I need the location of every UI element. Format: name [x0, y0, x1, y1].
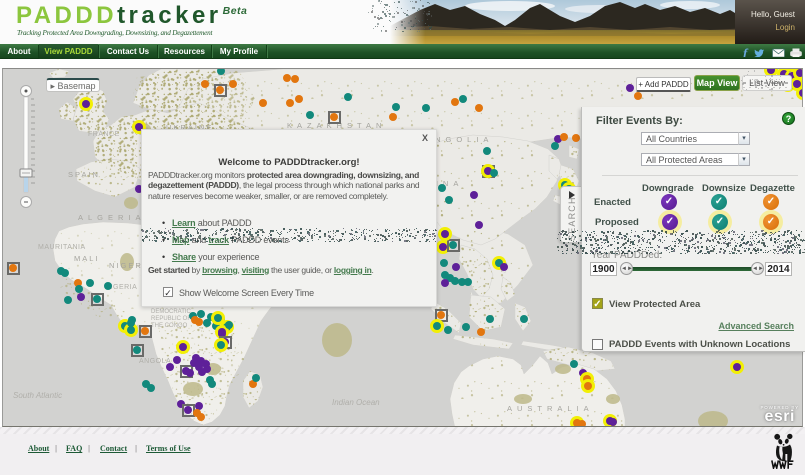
- svg-text:f: f: [743, 46, 749, 57]
- svg-text:SEARCH: SEARCH: [567, 196, 577, 241]
